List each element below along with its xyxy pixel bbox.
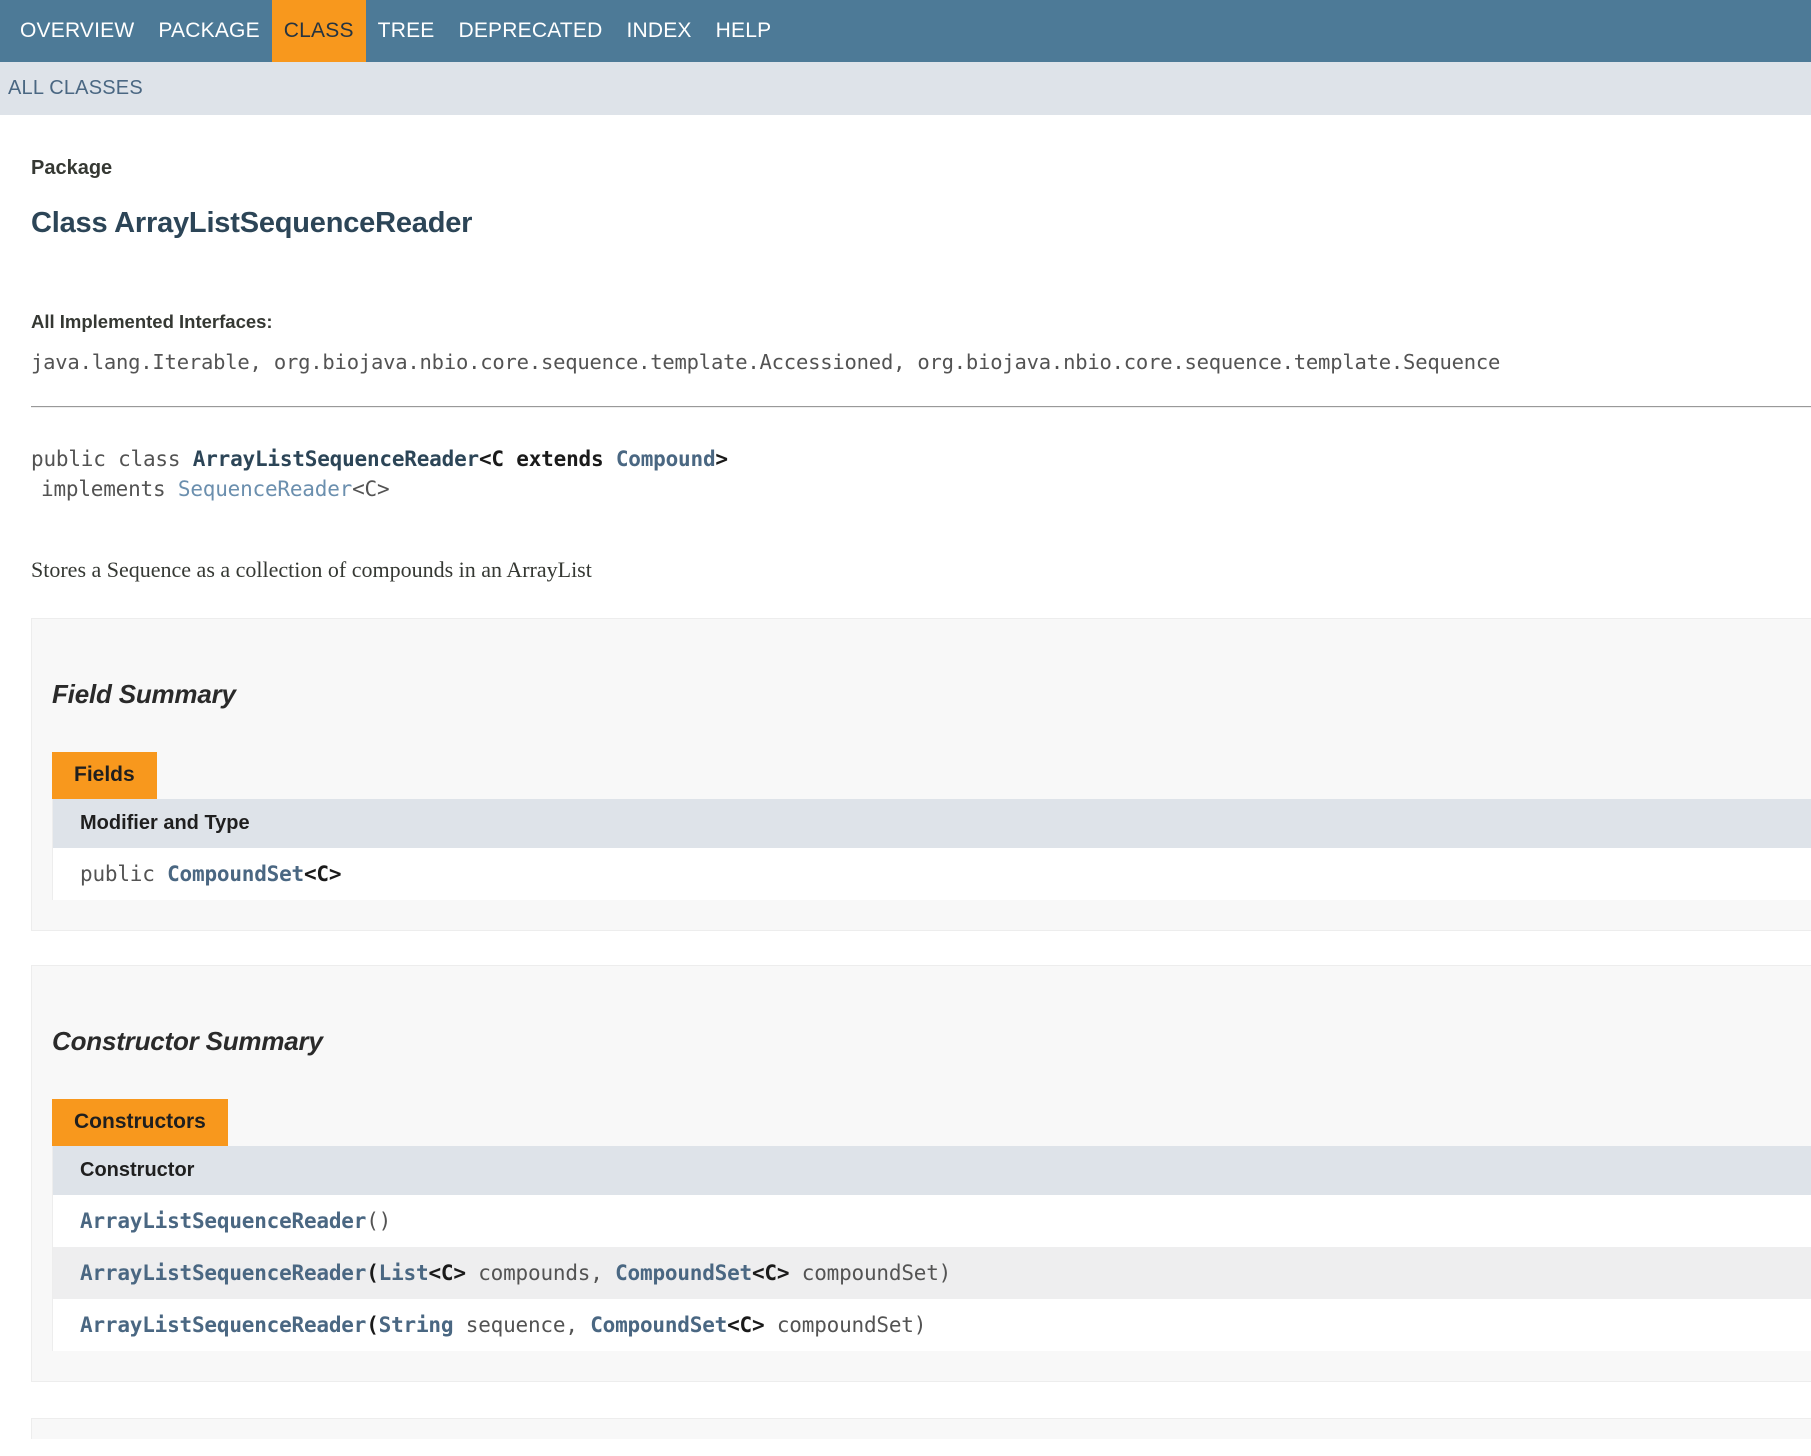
table-header-row: Modifier and Type (53, 799, 1811, 848)
field-row-cell: public CompoundSet<C> (53, 848, 1811, 900)
field-modifier: public (80, 862, 167, 886)
constructor-open-paren: ( (366, 1261, 378, 1285)
declaration-implements-keyword: implements (41, 477, 178, 501)
field-type-link[interactable]: CompoundSet (167, 862, 304, 886)
param-generic: <C> (752, 1261, 789, 1285)
field-summary-section: Field Summary Fields Modifier and Type p… (31, 618, 1811, 931)
nav-item-help[interactable]: HELP (704, 0, 784, 62)
field-summary-table: Modifier and Type public CompoundSet<C> (53, 799, 1811, 900)
nav-item-overview-label: OVERVIEW (20, 19, 134, 43)
nav-item-deprecated[interactable]: DEPRECATED (446, 0, 614, 62)
page-title: Class ArrayListSequenceReader (31, 205, 1811, 241)
param-name: compoundSet) (789, 1261, 951, 1285)
constructor-name-link[interactable]: ArrayListSequenceReader (80, 1209, 366, 1233)
nav-item-package-label: PACKAGE (158, 19, 259, 43)
nav-item-class-label: CLASS (284, 19, 354, 43)
param-name: sequence, (453, 1313, 590, 1337)
param-type-link[interactable]: CompoundSet (590, 1313, 727, 1337)
nav-item-package[interactable]: PACKAGE (146, 0, 271, 62)
nav-item-deprecated-label: DEPRECATED (458, 19, 602, 43)
all-classes-link[interactable]: ALL CLASSES (8, 77, 143, 100)
top-nav-list: OVERVIEW PACKAGE CLASS TREE DEPRECATED I… (8, 0, 783, 62)
nav-item-overview[interactable]: OVERVIEW (8, 0, 146, 62)
declaration-modifiers: public class (31, 447, 193, 471)
constructor-name-link[interactable]: ArrayListSequenceReader (80, 1261, 366, 1285)
class-declaration: public class ArrayListSequenceReader<C e… (31, 444, 1811, 504)
field-generic: <C> (304, 862, 341, 886)
top-navigation-bar: OVERVIEW PACKAGE CLASS TREE DEPRECATED I… (0, 0, 1811, 62)
divider (31, 406, 1811, 408)
constructor-summary-section: Constructor Summary Constructors Constru… (31, 965, 1811, 1382)
table-row: ArrayListSequenceReader(String sequence,… (53, 1299, 1811, 1351)
package-label: Package (31, 153, 1811, 183)
sub-navigation-bar: ALL CLASSES (0, 62, 1811, 115)
constructor-row-cell: ArrayListSequenceReader(String sequence,… (53, 1299, 1811, 1351)
param-generic: <C> (727, 1313, 764, 1337)
nav-item-help-label: HELP (716, 19, 772, 43)
implemented-interfaces-list: java.lang.Iterable, org.biojava.nbio.cor… (31, 350, 1811, 374)
constructor-row-cell: ArrayListSequenceReader() (53, 1195, 1811, 1247)
constructor-summary-title: Constructor Summary (32, 966, 1811, 1057)
tab-fields[interactable]: Fields (52, 752, 157, 799)
constructor-column-header: Constructor (53, 1146, 1811, 1195)
constructor-table-wrapper: Constructor ArrayListSequenceReader() Ar… (52, 1146, 1811, 1351)
table-row: public CompoundSet<C> (53, 848, 1811, 900)
class-block-description: Stores a Sequence as a collection of com… (31, 556, 1811, 584)
param-type-link[interactable]: CompoundSet (615, 1261, 752, 1285)
declaration-implements-generic: <C> (352, 477, 389, 501)
table-header-row: Constructor (53, 1146, 1811, 1195)
nav-item-tree[interactable]: TREE (366, 0, 447, 62)
param-name: compounds, (466, 1261, 615, 1285)
declaration-type-param-close: > (715, 447, 727, 471)
declaration-sequencereader-link[interactable]: SequenceReader (178, 477, 352, 501)
declaration-implements-line: implements SequenceReader<C> (31, 474, 1811, 504)
param-name: compoundSet) (764, 1313, 926, 1337)
constructor-row-cell: ArrayListSequenceReader(List<C> compound… (53, 1247, 1811, 1299)
table-row: ArrayListSequenceReader() (53, 1195, 1811, 1247)
constructor-open-paren: ( (366, 1313, 378, 1337)
class-description: All Implemented Interfaces: java.lang.It… (0, 311, 1811, 584)
class-header: Package Class ArrayListSequenceReader (0, 115, 1811, 241)
nav-item-tree-label: TREE (378, 19, 435, 43)
param-type-link[interactable]: String (379, 1313, 454, 1337)
field-table-wrapper: Modifier and Type public CompoundSet<C> (52, 799, 1811, 900)
constructor-signature: () (366, 1209, 391, 1233)
table-row: ArrayListSequenceReader(List<C> compound… (53, 1247, 1811, 1299)
constructor-name-link[interactable]: ArrayListSequenceReader (80, 1313, 366, 1337)
field-summary-tab-strip: Fields (52, 752, 1811, 799)
declaration-class-name: ArrayListSequenceReader (193, 447, 479, 471)
field-summary-title: Field Summary (32, 619, 1811, 710)
next-summary-section-peek (31, 1418, 1811, 1439)
nav-item-class[interactable]: CLASS (272, 0, 366, 62)
declaration-compound-link[interactable]: Compound (616, 447, 716, 471)
main-content: Package Class ArrayListSequenceReader Al… (0, 115, 1811, 1439)
param-generic: <C> (428, 1261, 465, 1285)
tab-constructors[interactable]: Constructors (52, 1099, 228, 1146)
constructor-summary-tab-strip: Constructors (52, 1099, 1811, 1146)
constructor-summary-table: Constructor ArrayListSequenceReader() Ar… (53, 1146, 1811, 1351)
declaration-type-param-open: <C extends (479, 447, 616, 471)
param-type-link[interactable]: List (379, 1261, 429, 1285)
nav-item-index[interactable]: INDEX (614, 0, 703, 62)
nav-item-index-label: INDEX (626, 19, 691, 43)
implemented-interfaces-label: All Implemented Interfaces: (31, 311, 1811, 333)
field-column-header-modifier-and-type: Modifier and Type (53, 799, 1811, 848)
